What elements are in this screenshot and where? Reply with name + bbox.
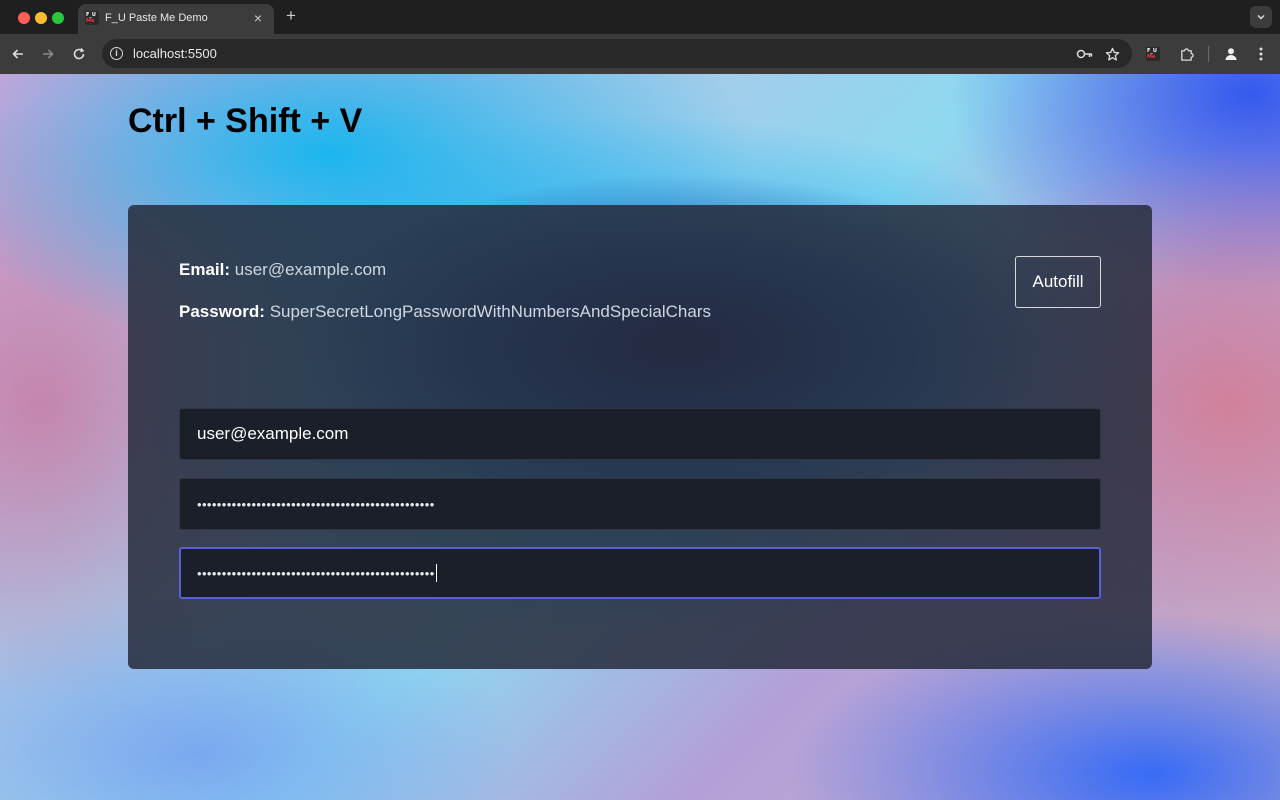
reload-button[interactable] xyxy=(69,44,89,64)
confirm-password-input[interactable]: ••••••••••••••••••••••••••••••••••••••••… xyxy=(179,547,1101,599)
password-key-icon[interactable] xyxy=(1076,45,1094,63)
email-credential-value: user@example.com xyxy=(234,260,387,279)
new-tab-button[interactable]: + xyxy=(282,7,300,25)
email-input[interactable]: user@example.com xyxy=(179,408,1101,460)
browser-menu-icon[interactable] xyxy=(1251,44,1271,64)
f-u-extension-icon[interactable]: F_U Me xyxy=(1143,44,1163,64)
tab-favicon-icon: F_U Me xyxy=(85,11,99,25)
page-title: Ctrl + Shift + V xyxy=(128,102,363,140)
password-credential-label: Password: xyxy=(179,302,265,321)
profile-avatar-icon[interactable] xyxy=(1221,44,1241,64)
address-bar[interactable]: i localhost:5500 xyxy=(102,39,1132,68)
bookmark-star-icon[interactable] xyxy=(1103,45,1121,63)
url-text[interactable]: localhost:5500 xyxy=(133,46,217,61)
forward-button[interactable] xyxy=(38,44,58,64)
toolbar-divider xyxy=(1208,46,1209,62)
back-button[interactable] xyxy=(8,44,28,64)
login-card: Email: user@example.com Password: SuperS… xyxy=(128,205,1152,669)
confirm-password-input-value: ••••••••••••••••••••••••••••••••••••••••… xyxy=(197,565,435,581)
maximize-window-button[interactable] xyxy=(52,12,64,24)
browser-tab[interactable]: F_U Me F_U Paste Me Demo × xyxy=(78,4,274,34)
email-input-value: user@example.com xyxy=(197,424,349,443)
email-credential-label: Email: xyxy=(179,260,231,279)
site-info-icon[interactable]: i xyxy=(110,47,123,60)
tab-title: F_U Paste Me Demo xyxy=(105,12,208,24)
chevron-down-icon xyxy=(1257,14,1265,20)
password-credential-line: Password: SuperSecretLongPasswordWithNum… xyxy=(179,302,711,322)
autofill-button[interactable]: Autofill xyxy=(1015,256,1101,308)
password-input[interactable]: ••••••••••••••••••••••••••••••••••••••••… xyxy=(179,478,1101,530)
browser-toolbar: i localhost:5500 F_U Me xyxy=(0,34,1280,74)
arrow-left-icon xyxy=(12,49,23,59)
reload-icon xyxy=(73,48,85,60)
close-window-button[interactable] xyxy=(18,12,30,24)
text-caret xyxy=(435,564,437,582)
password-input-value: ••••••••••••••••••••••••••••••••••••••••… xyxy=(197,496,435,512)
page-viewport: Ctrl + Shift + V Email: user@example.com… xyxy=(0,74,1280,800)
tab-search-button[interactable] xyxy=(1250,6,1272,28)
tab-close-icon[interactable]: × xyxy=(250,10,266,26)
arrow-right-icon xyxy=(43,49,54,59)
minimize-window-button[interactable] xyxy=(35,12,47,24)
extensions-puzzle-icon[interactable] xyxy=(1176,44,1196,64)
browser-titlebar: F_U Me F_U Paste Me Demo × + xyxy=(0,0,1280,34)
email-credential-line: Email: user@example.com xyxy=(179,260,386,280)
password-credential-value: SuperSecretLongPasswordWithNumbersAndSpe… xyxy=(269,302,711,321)
